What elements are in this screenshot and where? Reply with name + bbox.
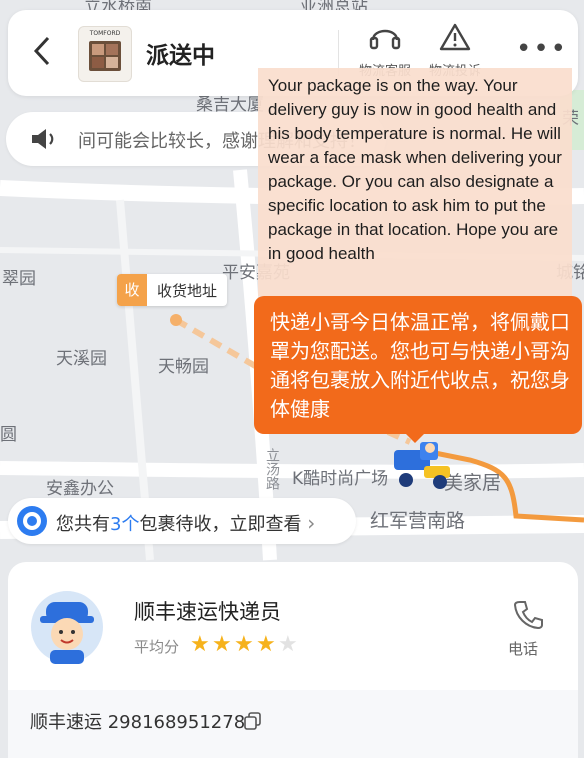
chevron-left-icon[interactable] [30,34,54,74]
courier-card: 顺丰速运快递员 平均分 ★ ★ ★ ★ ★ 电话 顺丰速运 2981689512… [8,562,578,758]
palette-image [89,41,121,71]
map-place-label: 翠园 [2,269,36,289]
page-title: 派送中 [146,43,215,69]
chevron-right-icon: › [307,511,316,535]
pending-packages-banner[interactable]: 您共有3个包裹待收，立即查看 › [8,498,356,544]
product-thumbnail[interactable]: TOMFORD [78,26,132,82]
more-icon[interactable]: ••• [516,34,568,64]
phone-label[interactable]: 电话 [508,638,538,659]
pending-count: 3个 [110,514,140,535]
receive-address-tag[interactable]: 收 收货地址 [117,274,228,306]
courier-name: 顺丰速运快递员 [134,600,281,624]
map-place-label: 圆 [0,425,17,445]
map-place-label: 天溪园 [56,349,107,369]
map-road-label: 立汤路 [264,448,280,490]
map-place-label: 天畅园 [158,357,209,377]
pending-prefix: 您共有 [56,514,110,535]
headset-icon [369,29,401,50]
map-road-label: 红军营南路 [370,510,466,532]
star-icon: ★ [234,632,254,657]
pending-text: 您共有3个包裹待收，立即查看 › [56,510,315,536]
star-icon: ★ [190,632,210,657]
translation-overlay: Your package is on the way. Your deliver… [258,68,572,296]
phone-icon[interactable] [512,598,544,630]
waybill-number: 顺丰速运 298168951278 [30,712,246,733]
warning-icon [439,23,471,51]
star-icon: ★ [212,632,232,657]
thumbnail-brand-text: TOMFORD [89,30,121,37]
courier-avatar[interactable] [30,590,104,664]
speaker-icon [32,129,54,149]
copy-icon[interactable] [244,712,262,730]
receive-address-label: 收货地址 [157,281,218,300]
courier-scooter-icon[interactable] [390,436,460,496]
bubble-pointer [404,432,426,443]
star-empty-icon: ★ [278,632,298,657]
receive-tag: 收 [117,274,147,306]
package-robot-icon [17,506,47,536]
pending-suffix: 包裹待收，立即查看 [139,514,302,535]
map-place-label: 安鑫办公 [46,479,114,499]
star-icon: ★ [256,632,276,657]
waybill-row: 顺丰速运 298168951278 [8,690,578,758]
courier-health-message: 快递小哥今日体温正常，将佩戴口罩为您配送。您也可与快递小哥沟通将包裹放入附近代收… [254,296,582,434]
rating-label: 平均分 [134,638,180,656]
map-place-label: K酷时尚广场 [292,469,389,489]
